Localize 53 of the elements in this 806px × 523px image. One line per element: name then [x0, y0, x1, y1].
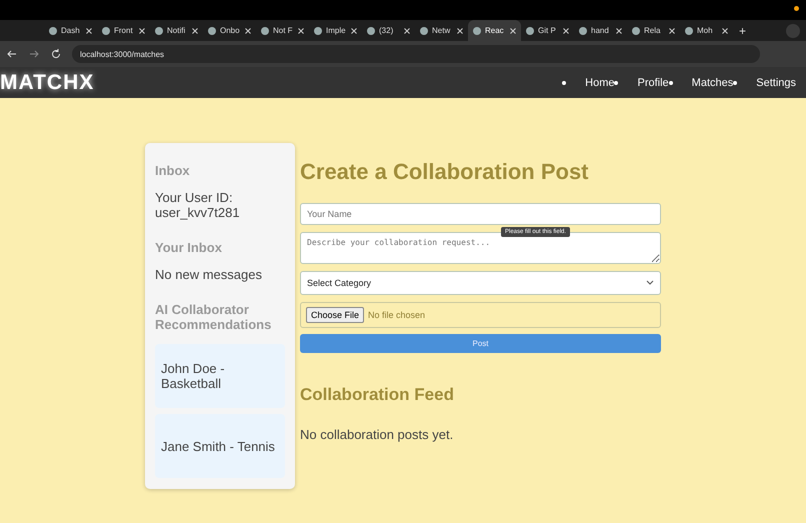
- browser-tab[interactable]: Moh: [680, 20, 733, 41]
- inbox-title: Your Inbox: [155, 240, 223, 255]
- recommendation-card[interactable]: Jane Smith - Tennis: [155, 414, 285, 478]
- choose-file-button[interactable]: Choose File: [306, 307, 364, 323]
- browser-tab[interactable]: Front: [97, 20, 150, 41]
- close-icon[interactable]: [245, 28, 251, 34]
- browser-tab[interactable]: (32): [362, 20, 415, 41]
- back-icon[interactable]: [6, 48, 18, 60]
- reload-icon[interactable]: [50, 48, 62, 60]
- logo: MATCHX: [0, 70, 94, 94]
- nav-link[interactable]: Profile: [637, 76, 669, 88]
- feed-status: No collaboration posts yet.: [300, 427, 454, 442]
- recording-dot-icon: [794, 6, 799, 11]
- nav-link[interactable]: Matches: [692, 76, 734, 88]
- browser-tab[interactable]: Dash: [44, 20, 97, 41]
- nav-link[interactable]: Home: [585, 76, 614, 88]
- browser-tab[interactable]: Imple: [309, 20, 362, 41]
- close-icon[interactable]: [722, 28, 728, 34]
- close-icon[interactable]: [404, 28, 410, 34]
- name-field[interactable]: Your Name: [300, 203, 661, 225]
- inbox-status: No new messages: [155, 267, 263, 282]
- close-icon[interactable]: [351, 28, 357, 34]
- nav-link[interactable]: Settings: [756, 76, 796, 88]
- request-field[interactable]: Describe your collaboration request...: [300, 232, 661, 264]
- close-icon[interactable]: [616, 28, 622, 34]
- browser-tab[interactable]: Not F: [256, 20, 309, 41]
- close-icon[interactable]: [457, 28, 463, 34]
- forward-icon[interactable]: [28, 48, 40, 60]
- close-icon[interactable]: [192, 28, 198, 34]
- recommendations-title: AI Collaborator Recommendations: [155, 302, 272, 332]
- recommendation-card[interactable]: John Doe - Basketball: [155, 344, 285, 408]
- browser-tab[interactable]: Rela: [627, 20, 680, 41]
- browser-tab[interactable]: Onbo: [203, 20, 256, 41]
- chevron-down-icon: [646, 280, 654, 286]
- close-icon[interactable]: [669, 28, 675, 34]
- browser-tab[interactable]: Notifi: [150, 20, 203, 41]
- browser-tab[interactable]: Reac: [468, 20, 521, 41]
- address-bar[interactable]: localhost:3000/matches: [72, 45, 760, 63]
- file-status: No file chosen: [368, 310, 426, 320]
- sidebar-title: Inbox: [155, 163, 191, 178]
- category-select[interactable]: Select Category: [300, 271, 661, 295]
- close-icon[interactable]: [563, 28, 569, 34]
- close-icon[interactable]: [510, 28, 516, 34]
- user-id: Your User ID: user_kvv7t281: [155, 190, 241, 220]
- close-icon[interactable]: [298, 28, 304, 34]
- browser-tab[interactable]: hand: [574, 20, 627, 41]
- close-icon[interactable]: [86, 28, 92, 34]
- browser-tab[interactable]: Git P: [521, 20, 574, 41]
- form-title: Create a Collaboration Post: [300, 159, 590, 185]
- new-tab-button[interactable]: +: [739, 24, 746, 38]
- close-icon[interactable]: [139, 28, 145, 34]
- browser-tab[interactable]: Netw: [415, 20, 468, 41]
- feed-title: Collaboration Feed: [300, 385, 455, 405]
